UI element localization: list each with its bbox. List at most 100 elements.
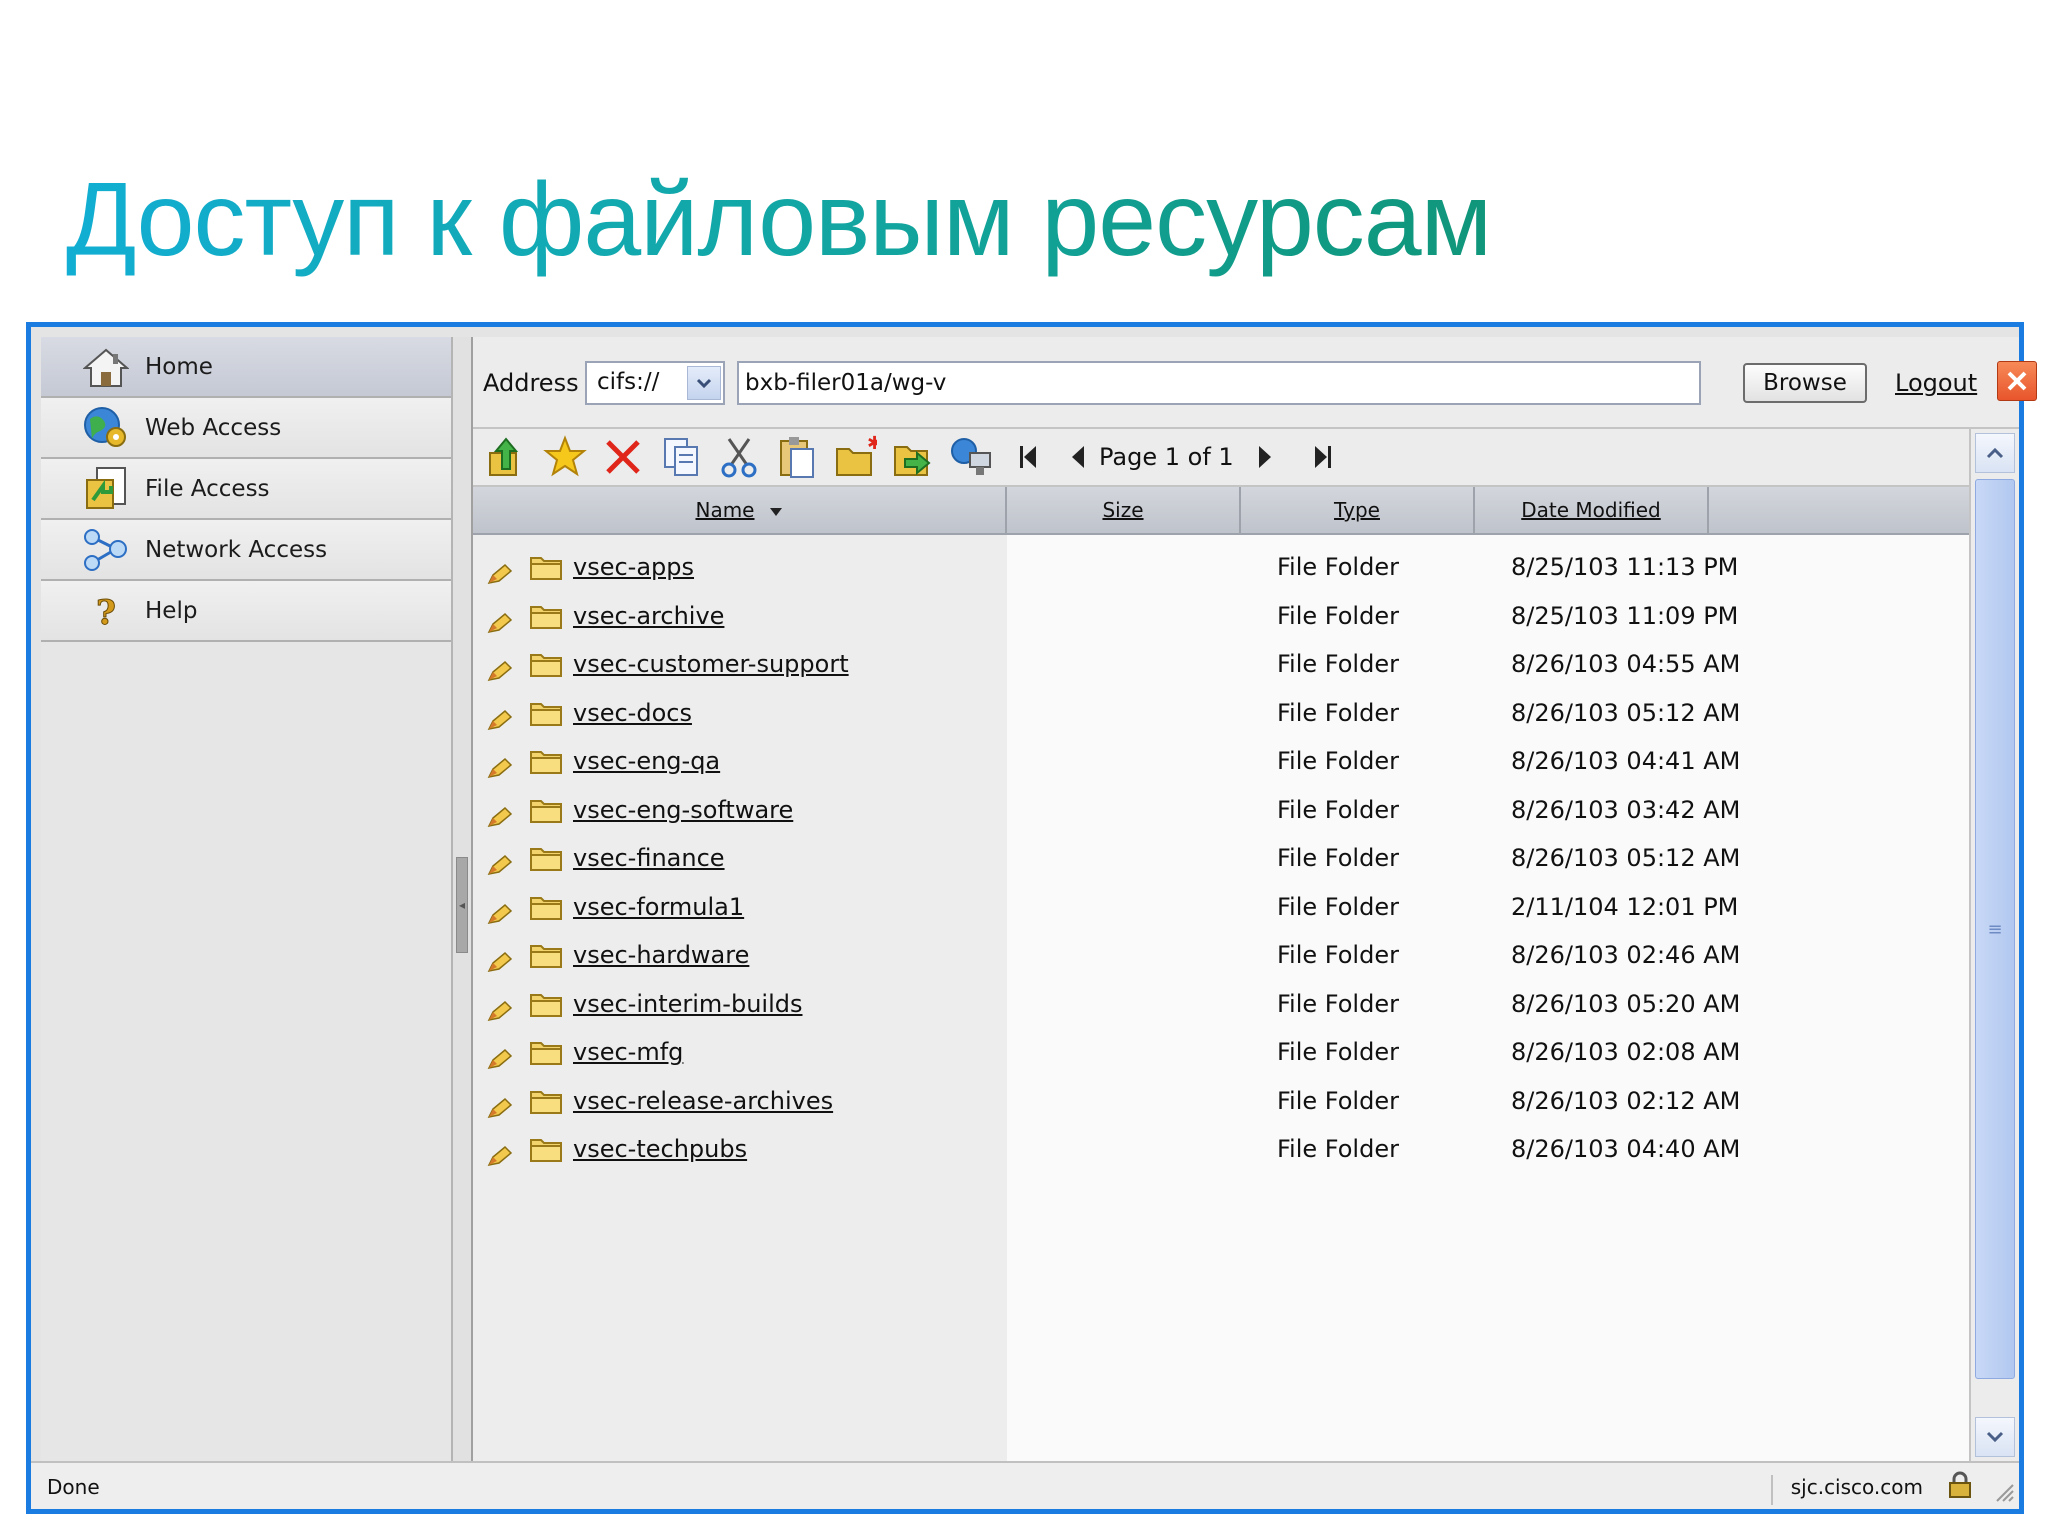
pane-splitter[interactable]: ◂ xyxy=(453,337,471,1461)
collapse-sidebar-handle[interactable]: ◂ xyxy=(456,857,468,953)
edit-pencil-icon[interactable] xyxy=(487,1048,513,1076)
file-name-link[interactable]: vsec-release-archives xyxy=(573,1087,833,1115)
sidebar-item-label: Web Access xyxy=(145,414,282,441)
sidebar-item-file-access[interactable]: File Access xyxy=(41,459,451,520)
sidebar-item-help[interactable]: ? Help xyxy=(41,581,451,642)
column-header-label: Name xyxy=(695,498,755,522)
new-folder-icon[interactable]: ✱ xyxy=(831,433,879,481)
file-name-link[interactable]: vsec-eng-qa xyxy=(573,747,720,775)
file-date-modified: 8/26/103 02:12 AM xyxy=(1511,1086,1741,1115)
table-row[interactable]: vsec-formula1 File Folder 2/11/104 12:01 P… xyxy=(473,887,1969,936)
table-row[interactable]: vsec-customer-support File Folder 8/26/103… xyxy=(473,644,1969,693)
svg-text:?: ? xyxy=(96,593,116,632)
edit-pencil-icon[interactable] xyxy=(487,612,513,640)
file-type: File Folder xyxy=(1277,989,1399,1018)
file-date-modified: 2/11/104 12:01 PM xyxy=(1511,892,1739,921)
status-text: Done xyxy=(47,1475,100,1499)
file-name-link[interactable]: vsec-mfg xyxy=(573,1038,683,1066)
close-icon[interactable] xyxy=(1997,361,2037,401)
scroll-up-icon[interactable] xyxy=(1975,433,2015,473)
file-date-modified: 8/26/103 02:08 AM xyxy=(1511,1038,1741,1066)
file-date-modified: 8/25/103 11:09 PM xyxy=(1511,601,1739,630)
table-row[interactable]: vsec-mfg File Folder 8/26/103 02:08 AM xyxy=(473,1032,1969,1081)
edit-pencil-icon[interactable] xyxy=(487,1000,513,1028)
favorite-star-icon[interactable] xyxy=(541,433,589,481)
folder-icon xyxy=(529,1038,563,1072)
table-row[interactable]: vsec-hardware File Folder 8/26/103 02:46 A… xyxy=(473,935,1969,984)
table-row[interactable]: vsec-techpubs File Folder 8/26/103 04:40 A… xyxy=(473,1129,1969,1178)
column-header-date-modified[interactable]: Date Modified xyxy=(1475,487,1709,533)
scrollbar-thumb[interactable]: ≡ xyxy=(1975,479,2015,1379)
previous-page-icon[interactable] xyxy=(1061,435,1095,479)
window-content: Home Web Access File Access Network Acce… xyxy=(41,337,2037,1461)
edit-pencil-icon[interactable] xyxy=(487,563,513,591)
edit-pencil-icon[interactable] xyxy=(487,806,513,834)
edit-pencil-icon[interactable] xyxy=(487,1097,513,1125)
edit-pencil-icon[interactable] xyxy=(487,854,513,882)
browse-button[interactable]: Browse xyxy=(1743,363,1867,403)
chevron-down-icon[interactable] xyxy=(687,366,721,400)
copy-icon[interactable] xyxy=(657,433,705,481)
edit-pencil-icon[interactable] xyxy=(487,660,513,688)
table-row[interactable]: vsec-archive File Folder 8/25/103 11:09 PM xyxy=(473,596,1969,645)
edit-pencil-icon[interactable] xyxy=(487,903,513,931)
logout-link[interactable]: Logout xyxy=(1895,369,1977,397)
resize-grip-icon[interactable] xyxy=(1993,1481,2015,1507)
scroll-down-icon[interactable] xyxy=(1975,1417,2015,1457)
table-row[interactable]: vsec-eng-qa File Folder 8/26/103 04:41 AM xyxy=(473,741,1969,790)
sidebar-item-home[interactable]: Home xyxy=(41,337,451,398)
column-header-size[interactable]: Size xyxy=(1007,487,1241,533)
file-name-link[interactable]: vsec-customer-support xyxy=(573,650,849,678)
file-name-link[interactable]: vsec-hardware xyxy=(573,941,749,969)
file-name-link[interactable]: vsec-finance xyxy=(573,844,725,872)
file-type: File Folder xyxy=(1277,941,1399,969)
column-header-name[interactable]: Name xyxy=(473,487,1007,533)
next-page-icon[interactable] xyxy=(1248,435,1282,479)
move-icon[interactable] xyxy=(889,433,937,481)
file-name-link[interactable]: vsec-techpubs xyxy=(573,1135,747,1163)
file-date-modified: 8/26/103 04:40 AM xyxy=(1511,1135,1741,1163)
table-row[interactable]: vsec-eng-software File Folder 8/26/103 03:… xyxy=(473,790,1969,839)
file-name-link[interactable]: vsec-docs xyxy=(573,699,692,727)
last-page-icon[interactable] xyxy=(1306,435,1340,479)
protocol-select[interactable]: cifs:// xyxy=(585,361,725,405)
edit-pencil-icon[interactable] xyxy=(487,951,513,979)
paste-icon[interactable] xyxy=(773,433,821,481)
status-bar: Done sjc.cisco.com xyxy=(31,1461,2019,1509)
file-access-icon xyxy=(81,464,131,514)
table-header: Name Size Type Date Modified xyxy=(473,487,1969,535)
file-type: File Folder xyxy=(1277,601,1399,630)
table-row[interactable]: vsec-release-archives File Folder 8/26/103… xyxy=(473,1081,1969,1130)
file-name-link[interactable]: vsec-eng-software xyxy=(573,796,793,824)
folder-icon xyxy=(529,699,563,733)
sidebar-item-network-access[interactable]: Network Access xyxy=(41,520,451,581)
first-page-icon[interactable] xyxy=(1011,435,1045,479)
sidebar: Home Web Access File Access Network Acce… xyxy=(41,337,453,1461)
up-folder-icon[interactable] xyxy=(483,433,531,481)
network-drive-icon[interactable] xyxy=(947,433,995,481)
column-header-type[interactable]: Type xyxy=(1241,487,1475,533)
table-row[interactable]: vsec-docs File Folder 8/26/103 05:12 AM xyxy=(473,693,1969,742)
edit-pencil-icon[interactable] xyxy=(487,709,513,737)
column-header-label: Size xyxy=(1102,498,1144,522)
table-row[interactable]: vsec-interim-builds File Folder 8/26/103 0… xyxy=(473,984,1969,1033)
address-input[interactable] xyxy=(737,361,1701,405)
network-icon xyxy=(81,525,131,575)
table-row[interactable]: vsec-apps File Folder 8/25/103 11:13 PM xyxy=(473,547,1969,596)
folder-icon xyxy=(529,844,563,878)
sidebar-item-web-access[interactable]: Web Access xyxy=(41,398,451,459)
edit-pencil-icon[interactable] xyxy=(487,757,513,785)
file-name-link[interactable]: vsec-apps xyxy=(573,553,694,581)
cut-icon[interactable] xyxy=(715,433,763,481)
delete-icon[interactable] xyxy=(599,433,647,481)
help-icon: ? xyxy=(81,586,131,636)
file-name-link[interactable]: vsec-archive xyxy=(573,602,724,630)
edit-pencil-icon[interactable] xyxy=(487,1145,513,1173)
file-type: File Folder xyxy=(1277,747,1399,775)
folder-icon xyxy=(529,602,563,636)
file-name-link[interactable]: vsec-formula1 xyxy=(573,893,744,921)
sidebar-item-label: Home xyxy=(145,353,213,380)
vertical-scrollbar[interactable]: ≡ xyxy=(1969,429,2019,1461)
table-row[interactable]: vsec-finance File Folder 8/26/103 05:12 AM xyxy=(473,838,1969,887)
file-name-link[interactable]: vsec-interim-builds xyxy=(573,990,802,1018)
